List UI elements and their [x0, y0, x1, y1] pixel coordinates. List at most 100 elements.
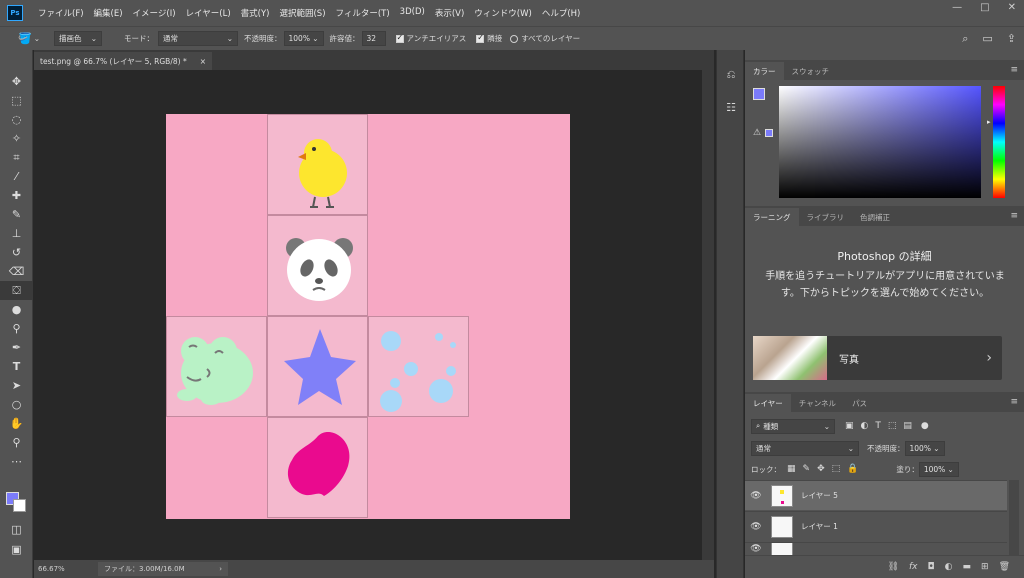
new-layer-icon[interactable]: ⊞ — [981, 562, 989, 572]
history-panel-icon[interactable]: ⎌ — [717, 62, 745, 88]
more-icon[interactable]: ⋯ — [0, 452, 33, 471]
paint-bucket-icon[interactable]: ⛋ — [0, 281, 33, 300]
layer-opacity-input[interactable]: 100% ⌄ — [904, 440, 945, 456]
group-icon[interactable]: ▬ — [963, 562, 972, 572]
filter-pixel-icon[interactable]: ▣ — [845, 421, 854, 431]
magic-wand-icon[interactable]: ✧ — [0, 129, 33, 148]
menu-window[interactable]: ウィンドウ(W) — [469, 7, 537, 19]
filter-smart-object-icon[interactable]: ▤ — [903, 421, 912, 431]
menu-filter[interactable]: フィルター(T) — [331, 7, 395, 19]
tab-paths[interactable]: パス — [844, 394, 875, 412]
tab-color[interactable]: カラー — [745, 62, 784, 80]
panel-menu-icon[interactable]: ≡ — [1010, 211, 1018, 221]
antialias-checkbox[interactable] — [395, 33, 404, 43]
layer-row[interactable]: 👁 — [745, 542, 1007, 555]
eyedropper-icon[interactable]: ⁄ — [0, 167, 33, 186]
menu-3d[interactable]: 3D(D) — [395, 7, 430, 19]
tab-layers[interactable]: レイヤー — [745, 394, 791, 412]
workspace-icon[interactable]: ▭ — [982, 32, 992, 46]
menu-layer[interactable]: レイヤー(L) — [181, 7, 236, 19]
artboard[interactable] — [166, 114, 570, 519]
minimize-icon[interactable]: — — [952, 2, 962, 13]
panel-menu-icon[interactable]: ≡ — [1010, 65, 1018, 75]
zoom-level[interactable]: 66.67% — [34, 565, 70, 573]
color-chips[interactable] — [6, 492, 28, 514]
menu-select[interactable]: 選択範囲(S) — [274, 7, 330, 19]
filter-type-icon[interactable]: T — [875, 421, 881, 431]
dodge-icon[interactable]: ⚲ — [0, 319, 33, 338]
clone-stamp-icon[interactable]: ⊥ — [0, 224, 33, 243]
contiguous-checkbox[interactable] — [476, 33, 485, 43]
path-selection-icon[interactable]: ➤ — [0, 376, 33, 395]
document-info[interactable]: ファイル：3.00M/16.0M › — [98, 562, 228, 576]
pen-icon[interactable]: ✒ — [0, 338, 33, 357]
color-picker-field[interactable] — [779, 86, 981, 198]
search-icon[interactable]: ⌕ — [962, 32, 968, 46]
tab-channels[interactable]: チャンネル — [791, 394, 844, 412]
menu-edit[interactable]: 編集(E) — [89, 7, 128, 19]
color-panel-fg-chip[interactable] — [753, 88, 765, 100]
maximize-icon[interactable]: □ — [980, 2, 989, 13]
lock-image-icon[interactable]: ✎ — [803, 464, 811, 474]
fx-icon[interactable]: fx — [909, 562, 918, 572]
quick-mask-icon[interactable]: ◫ — [0, 520, 33, 539]
layer-filter-dropdown[interactable]: ⌕ 種類 ⌄ — [751, 418, 835, 434]
lock-artboard-icon[interactable]: ⬚ — [832, 464, 841, 474]
hue-slider-marker-icon[interactable]: ▸ — [987, 118, 991, 126]
layer-row[interactable]: 👁 レイヤー 1 — [745, 511, 1007, 541]
menu-image[interactable]: イメージ(I) — [128, 7, 181, 19]
eye-icon[interactable]: 👁 — [745, 544, 767, 554]
screen-mode-icon[interactable]: ▣ — [0, 540, 33, 559]
fill-source-dropdown[interactable]: 描画色 ⌄ — [54, 31, 102, 46]
history-brush-icon[interactable]: ↺ — [0, 243, 33, 262]
eye-icon[interactable]: 👁 — [745, 491, 767, 501]
blend-mode-dropdown[interactable]: 通常 ⌄ — [751, 440, 859, 456]
lock-transparent-icon[interactable]: ▦ — [787, 464, 796, 474]
opacity-input[interactable]: 100% ⌄ — [283, 31, 324, 46]
tolerance-input[interactable]: 32 — [361, 31, 386, 46]
filter-shape-icon[interactable]: ⬚ — [888, 421, 897, 431]
canvas-area[interactable] — [34, 70, 714, 560]
layer-row[interactable]: 👁 レイヤー 5 — [745, 480, 1007, 510]
share-icon[interactable]: ⇪ — [1007, 32, 1016, 46]
web-color-chip[interactable] — [765, 129, 773, 137]
link-icon[interactable]: ⛓ — [888, 562, 899, 572]
move-icon[interactable]: ✥ — [0, 72, 33, 91]
brush-icon[interactable]: ✎ — [0, 205, 33, 224]
menu-type[interactable]: 書式(Y) — [236, 7, 275, 19]
trash-icon[interactable]: 🗑 — [999, 562, 1010, 572]
filter-toggle-icon[interactable]: ● — [921, 421, 929, 431]
preset-dropdown-icon[interactable]: ⌄ — [34, 34, 40, 43]
photo-tutorial-card[interactable]: 写真 › — [753, 336, 1002, 380]
background-color-chip[interactable] — [13, 499, 26, 512]
close-icon[interactable]: ✕ — [1008, 2, 1016, 13]
adjustment-icon[interactable]: ◐ — [945, 562, 953, 572]
menu-file[interactable]: ファイル(F) — [33, 7, 89, 19]
type-icon[interactable]: T — [0, 357, 33, 376]
filter-adjustment-icon[interactable]: ◐ — [861, 421, 869, 431]
fill-input[interactable]: 100% ⌄ — [918, 461, 959, 477]
eye-icon[interactable]: 👁 — [745, 522, 767, 532]
lock-all-icon[interactable]: 🔒 — [847, 464, 858, 474]
hand-icon[interactable]: ✋ — [0, 414, 33, 433]
lasso-icon[interactable]: ◌ — [0, 110, 33, 129]
ellipse-icon[interactable]: ○ — [0, 395, 33, 414]
zoom-icon[interactable]: ⚲ — [0, 433, 33, 452]
mask-icon[interactable]: ◘ — [928, 562, 935, 572]
paint-bucket-preset-icon[interactable]: 🪣 — [18, 32, 32, 45]
layers-scrollbar[interactable] — [1009, 480, 1019, 560]
menu-help[interactable]: ヘルプ(H) — [537, 7, 586, 19]
marquee-icon[interactable]: ⬚ — [0, 91, 33, 110]
blur-icon[interactable]: ● — [0, 300, 33, 319]
tab-close-icon[interactable]: × — [200, 57, 206, 66]
tab-libraries[interactable]: ライブラリ — [799, 208, 853, 226]
crop-icon[interactable]: ⌗ — [0, 148, 33, 167]
lock-position-icon[interactable]: ✥ — [817, 464, 825, 474]
tab-adjustments[interactable]: 色調補正 — [852, 208, 898, 226]
mode-dropdown[interactable]: 通常 ⌄ — [158, 31, 238, 46]
all-layers-checkbox[interactable] — [510, 34, 519, 43]
tab-swatches[interactable]: スウォッチ — [784, 62, 838, 80]
healing-brush-icon[interactable]: ✚ — [0, 186, 33, 205]
hue-slider[interactable] — [993, 86, 1005, 198]
panel-menu-icon[interactable]: ≡ — [1010, 397, 1018, 407]
